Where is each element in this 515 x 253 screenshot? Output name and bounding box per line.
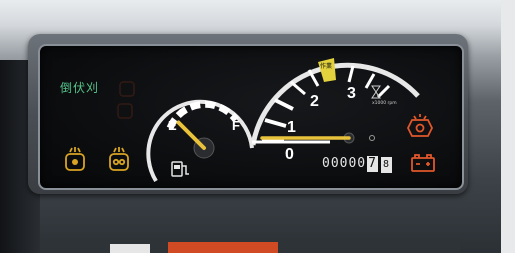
fuel-gauge: E F (146, 99, 254, 183)
tach-label-0: 0 (285, 146, 294, 163)
unlit-indicator-1 (119, 81, 135, 97)
hourglass-icon (371, 85, 381, 99)
battery-charge-icon (411, 154, 435, 172)
engine-preheat-icon (65, 147, 85, 171)
tach-work-zone-label: 作業 (320, 62, 332, 70)
hour-meter-tenth-digit: 8 (380, 157, 392, 173)
tach-tick-25 (347, 65, 355, 83)
hour-meter-digits: 00000 (322, 156, 367, 171)
tach-screw (369, 135, 375, 141)
tach-tick-35 (376, 84, 391, 99)
fuel-pump-icon (171, 161, 189, 177)
fuel-empty-label: E (168, 118, 177, 133)
oil-pressure-icon (406, 114, 434, 137)
dashboard-photo: 倒伏刈 E F 作業 0 1 2 3 x1000 rpm 00000 7 8 (0, 0, 515, 253)
tach-tick-15 (290, 80, 306, 96)
tach-tick-1 (274, 98, 294, 111)
tach-unit-label: x1000 rpm (372, 100, 397, 106)
tach-label-1: 1 (287, 119, 296, 136)
tach-label-2: 2 (310, 93, 319, 110)
hour-meter-last-digit: 7 (367, 156, 378, 172)
fuel-needle (176, 120, 206, 150)
fuel-full-label: F (232, 118, 240, 133)
tach-work-zone (318, 58, 336, 82)
unlit-indicator-2 (117, 103, 133, 119)
tach-label-3: 3 (347, 85, 356, 102)
glow-plug-icon (109, 147, 129, 171)
tach-tick-05 (264, 118, 287, 128)
hour-meter: 00000 7 8 (322, 156, 392, 173)
gauges-layer: E F 作業 0 1 2 3 x1000 rpm (65, 58, 435, 183)
tachometer: 作業 0 1 2 3 x1000 rpm (250, 58, 420, 163)
